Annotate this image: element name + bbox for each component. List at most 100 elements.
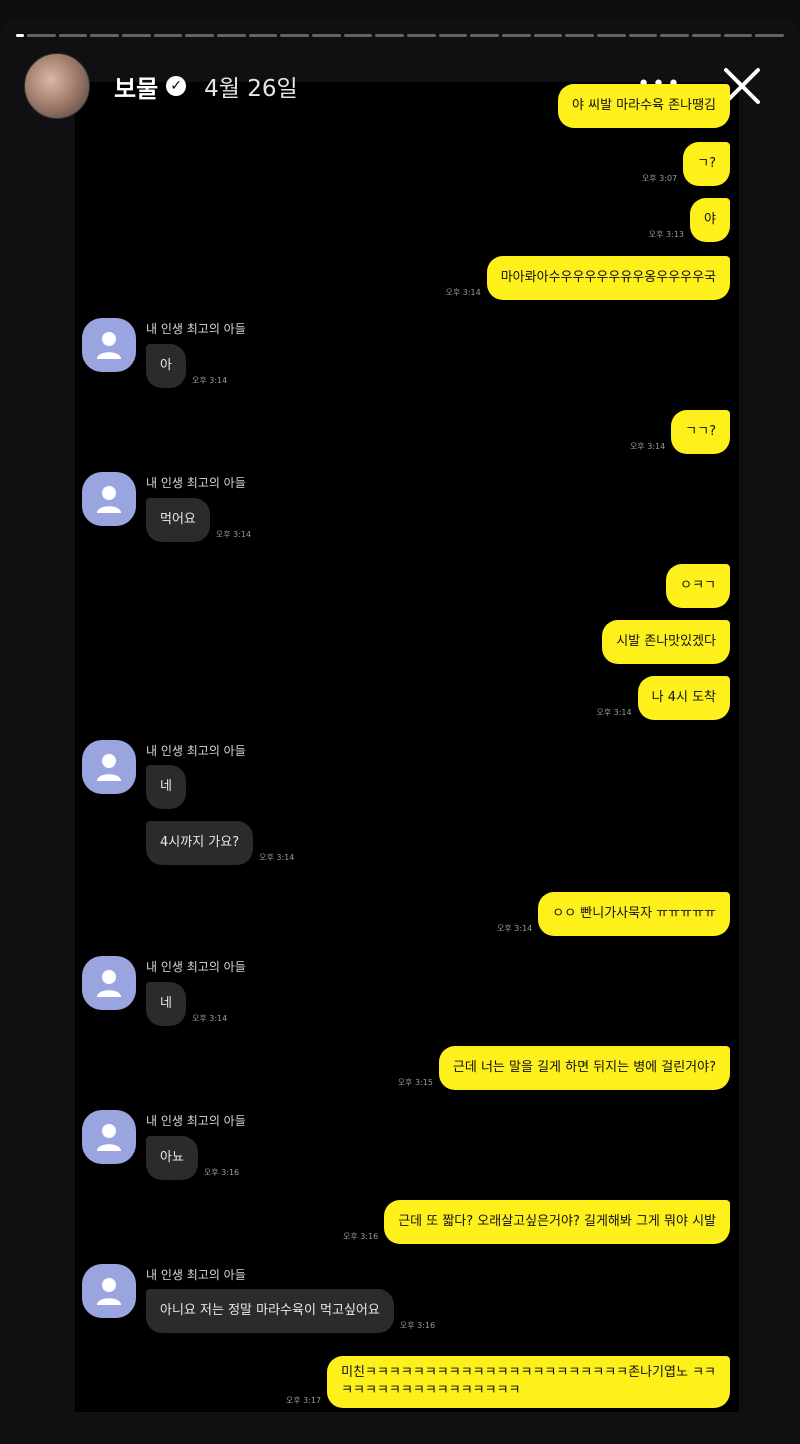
message-time: 오후 3:13 [648, 230, 685, 239]
message-row-them: 네 [146, 765, 186, 809]
person-icon [97, 1278, 121, 1305]
their-message-bubble: 아니요 저는 정말 마라수육이 먹고싶어요 [146, 1289, 394, 1333]
progress-segment [565, 34, 595, 37]
profile-pic[interactable] [82, 472, 136, 526]
message-row-me: 오후 3:17 미친ㅋㅋㅋㅋㅋㅋㅋㅋㅋㅋㅋㅋㅋㅋㅋㅋㅋㅋㅋㅋㅋㅋ존나기엽노 ㅋㅋ… [280, 1356, 730, 1408]
message-row-me: 오후 3:14 ㄱㄱ? [624, 410, 730, 454]
profile-pic[interactable] [82, 956, 136, 1010]
my-message-bubble: 근데 또 짧다? 오래살고싶은거야? 길게해봐 그게 뭐야 시발 [384, 1200, 730, 1244]
sender-name: 내 인생 최고의 아들 [146, 960, 246, 974]
person-icon [97, 332, 121, 359]
person-icon [97, 1124, 121, 1151]
message-row-me: 오후 3:14 나 4시 도착 [590, 676, 730, 720]
progress-segment [217, 34, 246, 37]
their-message-bubble: 4시까지 가요? [146, 821, 254, 865]
their-message-bubble: 아뇨 [146, 1136, 198, 1180]
profile-pic[interactable] [82, 1110, 136, 1164]
message-row-me: 오후 3:14 마아롸아수우우우우우유우옹우우우우국 [439, 256, 730, 300]
message-time: 오후 3:14 [191, 376, 228, 385]
progress-segment [280, 34, 310, 37]
message-time: 오후 3:14 [596, 708, 632, 717]
message-line: ㅋㅋㅋㅋㅋㅋㅋㅋㅋㅋㅋㅋㅋㅋㅋ [341, 1383, 521, 1398]
message-time: 오후 3:14 [215, 530, 252, 539]
my-message-bubble: 야 [690, 198, 730, 242]
message-row-them: 네 오후 3:14 [146, 982, 233, 1026]
progress-segment [343, 34, 373, 37]
my-message-bubble: ㅇㅇ 빤니가사묵자 ㅠㅠㅠㅠㅠ [538, 892, 730, 936]
message-row-them: 아니요 저는 정말 마라수육이 먹고싶어요 오후 3:16 [146, 1289, 441, 1333]
profile-pic[interactable] [82, 740, 136, 794]
progress-segment [312, 34, 341, 37]
progress-segment [628, 34, 658, 37]
progress-segment [438, 34, 468, 37]
profile-pic[interactable] [82, 1264, 136, 1318]
progress-segment [27, 34, 56, 37]
my-message-bubble: ㅇㅋㄱ [666, 564, 730, 608]
message-row-them: 아 오후 3:14 [146, 344, 233, 388]
message-row-me: 오후 3:16 근데 또 짧다? 오래살고싶은거야? 길게해봐 그게 뭐야 시발 [337, 1200, 730, 1244]
sender-name: 내 인생 최고의 아들 [146, 322, 246, 336]
progress-segment [533, 34, 563, 37]
message-row-me: 시발 존나맛있겠다 [602, 620, 730, 664]
message-time: 오후 3:14 [497, 924, 533, 933]
message-row-them: 아뇨 오후 3:16 [146, 1136, 245, 1180]
my-message-bubble: 나 4시 도착 [637, 676, 730, 720]
progress-segment [407, 34, 436, 37]
their-message-bubble: 아 [146, 344, 186, 388]
profile-pic[interactable] [82, 318, 136, 372]
progress-segment [153, 34, 183, 37]
my-message-bubble: ㄱ? [683, 142, 730, 186]
story-date: 4월 26일 [204, 76, 298, 102]
sender-name: 내 인생 최고의 아들 [146, 744, 246, 758]
progress-segment [90, 34, 120, 37]
sender-name: 내 인생 최고의 아들 [146, 1114, 246, 1128]
my-message-bubble: ㄱㄱ? [671, 410, 730, 454]
story-progress-bar [16, 34, 785, 38]
progress-segment [502, 34, 531, 37]
my-message-bubble: 시발 존나맛있겠다 [602, 620, 730, 664]
their-message-bubble: 네 [146, 982, 186, 1026]
progress-segment-active [16, 34, 24, 37]
message-row-me: 오후 3:13 야 [643, 198, 730, 242]
person-icon [97, 754, 121, 781]
progress-segment [597, 34, 626, 37]
progress-segment [723, 34, 753, 37]
avatar[interactable] [24, 53, 90, 119]
verified-badge-icon: ✓ [166, 76, 187, 96]
message-row-me: 야 씨발 마라수육 존나땡김 [558, 84, 730, 128]
message-row-them: 먹어요 오후 3:14 [146, 498, 257, 542]
message-row-me: 오후 3:15 근데 너는 말을 길게 하면 뒤지는 병에 걸린거야? [392, 1046, 730, 1090]
message-time: 오후 3:07 [641, 174, 678, 183]
message-time: 오후 3:17 [285, 1396, 322, 1405]
sender-name: 내 인생 최고의 아들 [146, 1268, 246, 1282]
message-row-me: 오후 3:14 ㅇㅇ 빤니가사묵자 ㅠㅠㅠㅠㅠ [491, 892, 730, 936]
message-time: 오후 3:15 [397, 1078, 433, 1087]
my-message-bubble: 야 씨발 마라수육 존나땡김 [558, 84, 730, 128]
progress-segment [122, 34, 151, 37]
message-time: 오후 3:14 [445, 288, 481, 297]
my-message-bubble: 미친ㅋㅋㅋㅋㅋㅋㅋㅋㅋㅋㅋㅋㅋㅋㅋㅋㅋㅋㅋㅋㅋㅋ존나기엽노 ㅋㅋ ㅋㅋㅋㅋㅋㅋㅋ… [327, 1356, 730, 1408]
progress-segment [248, 34, 278, 37]
message-time: 오후 3:14 [259, 853, 295, 862]
progress-segment [375, 34, 405, 37]
my-message-bubble: 근데 너는 말을 길게 하면 뒤지는 병에 걸린거야? [438, 1046, 730, 1090]
sender-name: 내 인생 최고의 아들 [146, 476, 246, 490]
message-time: 오후 3:16 [399, 1321, 436, 1330]
message-row-me: 오후 3:07 ㄱ? [636, 142, 730, 186]
their-message-bubble: 먹어요 [146, 498, 210, 542]
message-row-me: ㅇㅋㄱ [666, 564, 730, 608]
person-icon [97, 486, 121, 513]
progress-segment [58, 34, 88, 37]
progress-segment [692, 34, 721, 37]
message-time: 오후 3:16 [203, 1168, 240, 1177]
my-message-bubble: 마아롸아수우우우우우유우옹우우우우국 [486, 256, 730, 300]
message-time: 오후 3:14 [629, 442, 666, 451]
progress-segment [660, 34, 690, 37]
message-line: 미친ㅋㅋㅋㅋㅋㅋㅋㅋㅋㅋㅋㅋㅋㅋㅋㅋㅋㅋㅋㅋㅋㅋ존나기엽노 ㅋㅋ [341, 1365, 716, 1380]
progress-segment [470, 34, 500, 37]
progress-segment [185, 34, 215, 37]
username[interactable]: 보물 [114, 69, 158, 104]
person-icon [97, 970, 121, 997]
message-row-them: 4시까지 가요? 오후 3:14 [146, 821, 300, 865]
message-time: 오후 3:16 [342, 1232, 379, 1241]
